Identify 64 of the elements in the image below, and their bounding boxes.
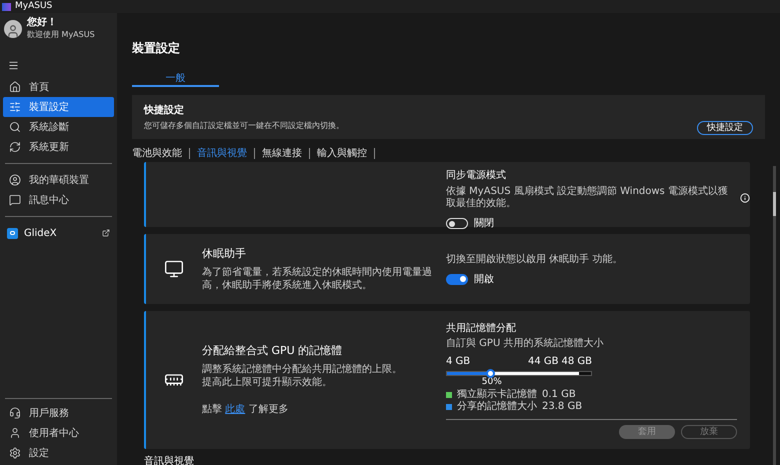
- slider-thumb[interactable]: [486, 368, 496, 378]
- tab[interactable]: 一般: [132, 71, 219, 87]
- search-icon: [9, 121, 21, 133]
- app-logo-icon: [7, 228, 18, 238]
- sidebar-item[interactable]: 訊息中心: [3, 190, 114, 210]
- app-logo-icon: [2, 2, 11, 10]
- headset-icon: [9, 407, 21, 419]
- settings-icon: [9, 447, 21, 459]
- external-link-icon: [102, 229, 110, 237]
- sidebar-item[interactable]: 系統診斷: [3, 117, 114, 137]
- greeting-subtitle: 歡迎使用 MyASUS: [27, 29, 95, 40]
- legend-value: 23.8 GB: [542, 401, 582, 414]
- sidebar-item[interactable]: 首頁: [3, 77, 114, 97]
- monitor-icon: [164, 259, 184, 279]
- menu-icon[interactable]: [8, 60, 19, 71]
- setting-title: 共用記憶體分配: [446, 322, 517, 336]
- category-tab[interactable]: 音訊與視覺: [197, 146, 247, 160]
- setting-description: 自訂與 GPU 共用的系統記憶體大小: [446, 336, 604, 351]
- setting-description: 依據 MyASUS 風扇模式 設定動態調節 Windows 電源模式以獲取最佳的效能。: [446, 186, 729, 210]
- scrollbar-thumb[interactable]: [772, 166, 776, 465]
- sidebar-item[interactable]: 用戶服務: [3, 403, 114, 423]
- message-icon: [9, 194, 21, 206]
- sidebar-item[interactable]: 使用者中心: [3, 423, 114, 443]
- greeting: 您好！: [27, 17, 58, 29]
- legend-label: 獨立顯示卡記憶體: [457, 389, 537, 400]
- learn-more-link[interactable]: 此處: [225, 404, 246, 415]
- info-icon[interactable]: [740, 193, 750, 203]
- slider-min-label: 4 GB: [446, 354, 470, 369]
- slider-reading: 50%: [482, 376, 502, 388]
- user-icon: [9, 427, 21, 439]
- panel-title: 快捷設定: [144, 103, 185, 118]
- refresh-icon: [9, 141, 21, 153]
- category-tab[interactable]: 電池與效能: [132, 146, 182, 160]
- sidebar-item[interactable]: 設定: [3, 443, 114, 463]
- category-tab[interactable]: 輸入與觸控: [317, 146, 367, 160]
- setting-description: 切換至開啟狀態以啟用 休眠助手 功能。: [446, 254, 622, 266]
- card-title: 休眠助手: [202, 246, 247, 262]
- window-title: MyASUS: [15, 0, 52, 13]
- setting-title: 同步電源模式: [446, 168, 507, 183]
- legend-label: 分享的記憶體大小: [457, 401, 537, 414]
- legend-value: 0.1 GB: [542, 389, 576, 402]
- card-title: 分配給整合式 GPU 的記憶體: [202, 343, 344, 360]
- card-description: 為了節省電量，若系統設定的休眠時間內使用電量過高，休眠助手將使系統進入休眠模式。: [202, 266, 432, 292]
- slider-mark-label: 48 GB: [561, 354, 592, 369]
- person-circle-icon: [9, 174, 21, 186]
- sidebar-item[interactable]: 裝置設定: [3, 97, 114, 117]
- toggle-state-label: 開啟: [474, 272, 494, 286]
- home-icon: [9, 81, 21, 93]
- card-description: 提高此上限可提升顯示效能。: [202, 376, 333, 389]
- toggle-switch[interactable]: [446, 274, 468, 284]
- toggle-state-label: 關閉: [474, 217, 494, 231]
- card-description: 調整系統記憶體中分配給共用記憶體的上限。: [202, 362, 403, 376]
- sidebar-item[interactable]: 我的華碩裝置: [3, 170, 114, 190]
- sliders-icon: [9, 101, 21, 113]
- quick-settings-button[interactable]: 快捷設定: [697, 121, 753, 135]
- panel-description: 您可儲存多個自訂設定檔並可一鍵在不同設定檔內切換。: [144, 120, 345, 132]
- sidebar-item[interactable]: 系統更新: [3, 137, 114, 157]
- page-title: 裝置設定: [132, 40, 181, 57]
- avatar[interactable]: [4, 20, 22, 38]
- learn-more-text: 點擊 此處 了解更多: [202, 402, 290, 417]
- category-tab[interactable]: 無線連接: [262, 146, 302, 160]
- toggle-switch[interactable]: [446, 218, 468, 229]
- sidebar-item[interactable]: GlideX: [3, 223, 114, 243]
- slider-mark-label: 44 GB: [528, 354, 558, 369]
